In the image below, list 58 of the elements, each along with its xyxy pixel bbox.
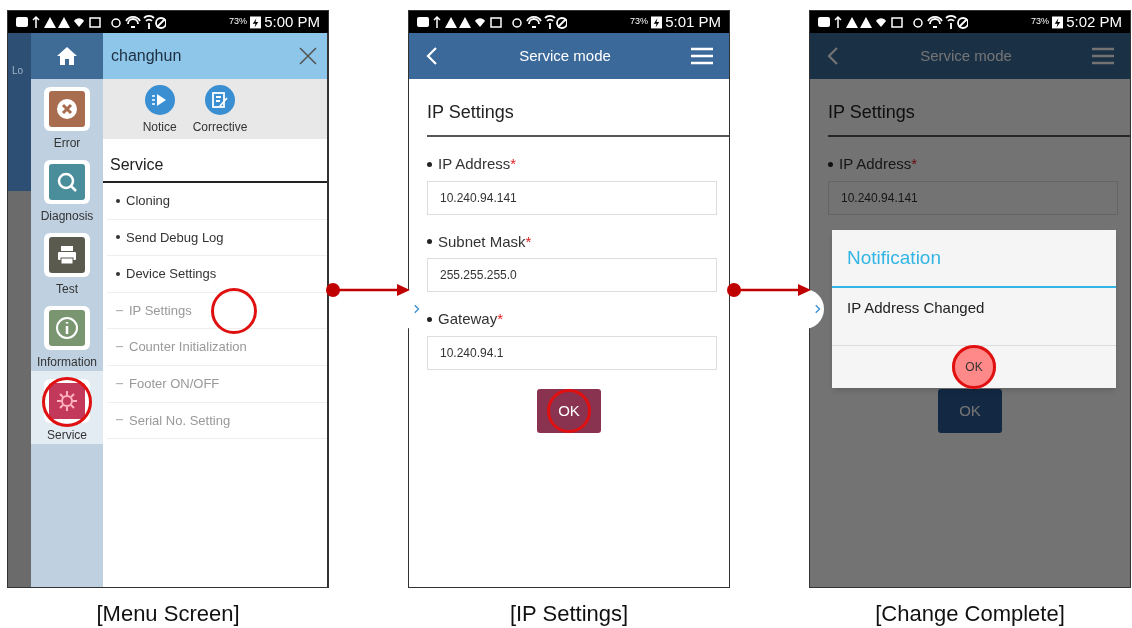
required-mark: * <box>525 231 532 252</box>
battery-percent: 73% <box>630 15 649 29</box>
back-icon[interactable] <box>425 46 439 66</box>
shortcut-button[interactable]: Corrective <box>192 85 248 139</box>
battery-icon <box>1052 15 1064 29</box>
shortcut-button[interactable]: Notice <box>142 85 177 139</box>
rail-item[interactable]: Information <box>31 298 103 371</box>
field-label: IP Address <box>438 154 511 174</box>
note-pencil-icon <box>205 85 235 115</box>
ok-button[interactable]: OK <box>537 389 601 433</box>
user-name: changhun <box>111 46 182 66</box>
battery-percent: 73% <box>229 15 248 29</box>
rail-item[interactable]: Test <box>31 225 103 298</box>
field-label: Subnet Mask <box>438 231 526 252</box>
section-heading: Service <box>103 139 327 183</box>
speaker-icon <box>144 85 175 115</box>
bullet-icon <box>828 161 833 167</box>
bullet-icon <box>427 316 432 322</box>
screen-title: Service mode <box>920 45 1012 66</box>
dialog-message: IP Address Changed <box>832 288 1116 346</box>
rail-item[interactable]: Diagnosis <box>31 152 103 225</box>
clock: 5:01 PM <box>665 11 721 32</box>
rail-item[interactable]: Service <box>31 371 103 444</box>
battery-icon <box>250 15 262 29</box>
battery-icon <box>651 15 663 29</box>
form-heading: IP Settings <box>828 79 1130 137</box>
menu-item[interactable]: Device Settings <box>107 256 327 293</box>
rail-item[interactable]: Error <box>31 79 103 152</box>
background-app-text: Lo <box>12 65 24 76</box>
bullet-icon <box>427 239 432 245</box>
clock: 5:02 PM <box>1066 11 1122 32</box>
required-mark: * <box>510 154 517 174</box>
field-label: IP Address <box>839 154 912 174</box>
close-icon[interactable] <box>297 45 319 67</box>
screen-caption: [IP Settings] <box>509 600 629 628</box>
dialog-ok-button[interactable]: OK <box>952 345 996 389</box>
bullet-icon <box>427 161 432 167</box>
screen-title: Service mode <box>519 45 611 66</box>
clock: 5:00 PM <box>264 11 320 32</box>
input-field[interactable]: 10.240.94.141 <box>828 180 1118 215</box>
input-field[interactable]: 255.255.255.0 <box>427 258 717 292</box>
home-button[interactable] <box>31 33 103 79</box>
dialog-title: Notification <box>832 230 1116 288</box>
form-heading: IP Settings <box>427 79 729 137</box>
screen-caption: [Change Complete] <box>875 600 1065 628</box>
menu-item[interactable]: Cloning <box>107 183 327 220</box>
field-label: Gateway <box>438 309 498 329</box>
input-field[interactable]: 10.240.94.141 <box>427 180 717 215</box>
required-mark: * <box>911 154 918 174</box>
battery-percent: 73% <box>1031 15 1050 29</box>
menu-icon[interactable] <box>691 47 713 65</box>
input-field[interactable]: 10.240.94.1 <box>427 335 717 370</box>
menu-item[interactable]: Send Debug Log <box>107 219 327 257</box>
menu-icon[interactable] <box>1092 47 1114 65</box>
required-mark: * <box>497 309 504 329</box>
home-icon <box>55 44 79 68</box>
screen-caption: [Menu Screen] <box>96 600 240 628</box>
back-icon[interactable] <box>826 46 840 66</box>
